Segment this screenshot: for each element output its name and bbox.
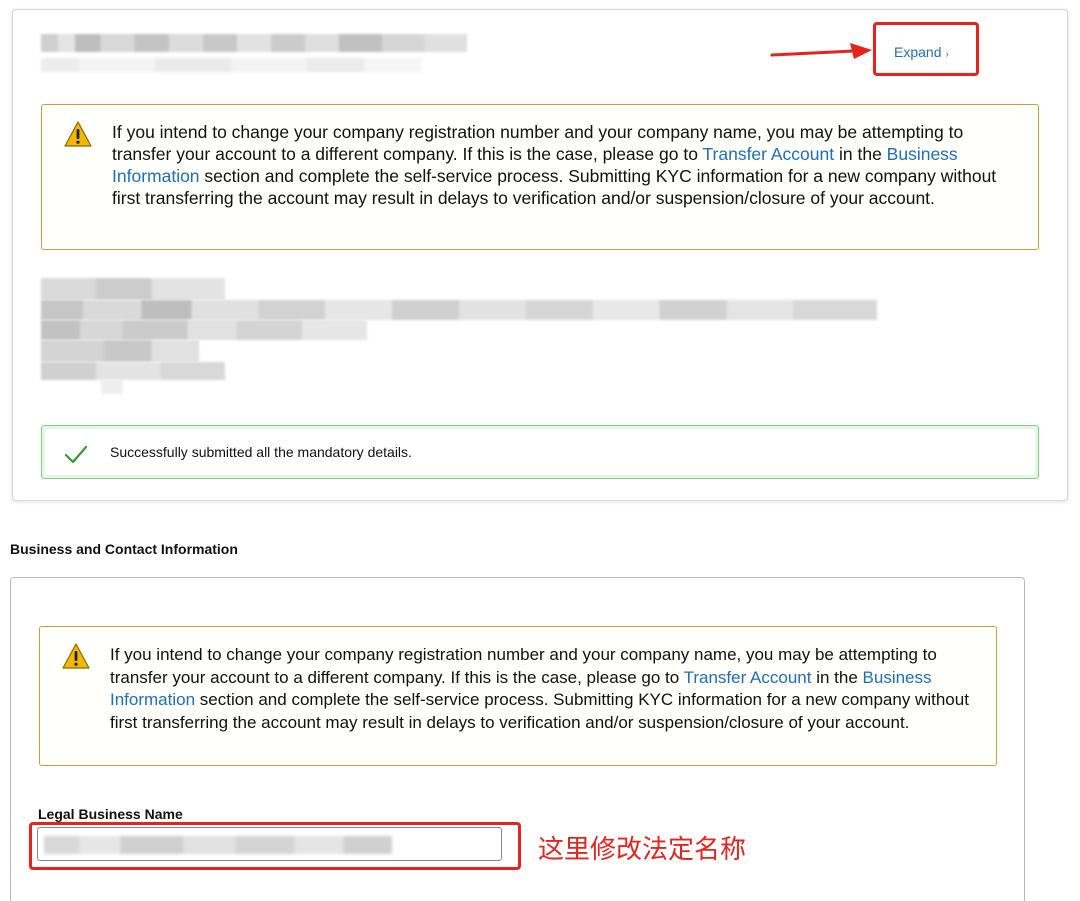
transfer-warning-alert: If you intend to change your company reg… (41, 104, 1039, 250)
alert-text-part: section and complete the self-service pr… (112, 166, 997, 208)
alert-text-part: in the (811, 667, 863, 687)
arrow-annotation-icon (770, 43, 872, 59)
transfer-account-link[interactable]: Transfer Account (702, 144, 834, 164)
warning-icon (62, 643, 90, 669)
annotation-text: 这里修改法定名称 (538, 835, 747, 865)
section-title: Business and Contact Information (10, 541, 238, 557)
kyc-summary-card: If you intend to change your company reg… (12, 9, 1068, 501)
check-icon (64, 445, 88, 464)
alert-text: If you intend to change your company reg… (110, 645, 969, 732)
success-banner: Successfully submitted all the mandatory… (41, 425, 1039, 479)
expand-label: Expand (894, 44, 942, 60)
chevron-right-icon: › (945, 49, 949, 60)
expand-link[interactable]: Expand › (894, 44, 949, 60)
success-message: Successfully submitted all the mandatory… (110, 444, 412, 460)
legal-business-name-label: Legal Business Name (38, 806, 183, 822)
alert-text: If you intend to change your company reg… (112, 122, 996, 208)
expand-annotation-box: Expand › (873, 22, 979, 76)
transfer-warning-alert: If you intend to change your company reg… (39, 626, 997, 766)
warning-icon (64, 121, 92, 147)
annotation-highlight-box (29, 822, 521, 870)
alert-text-part: section and complete the self-service pr… (110, 690, 969, 732)
transfer-account-link[interactable]: Transfer Account (684, 668, 812, 687)
alert-text-part: in the (834, 144, 887, 164)
